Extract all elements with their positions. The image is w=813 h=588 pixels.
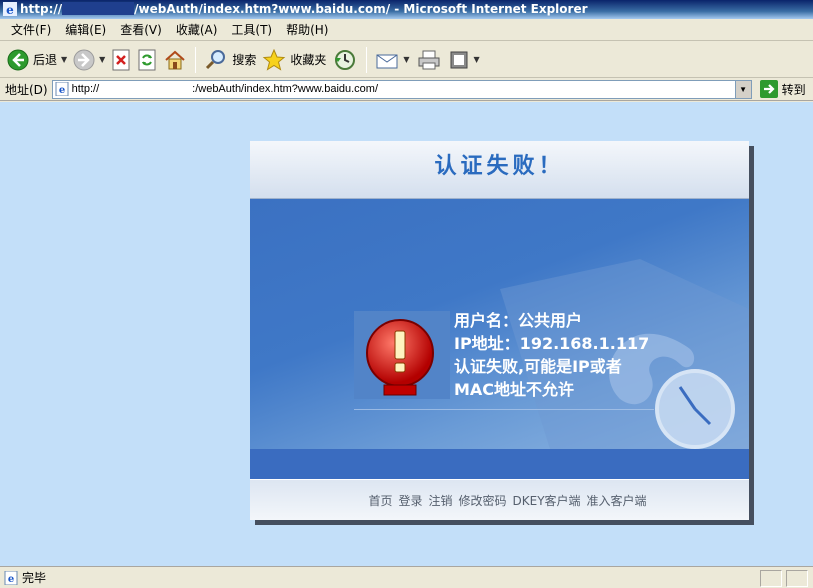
page-status-icon: e (4, 570, 18, 585)
link-home[interactable]: 首页 (368, 492, 392, 509)
svg-text:e: e (8, 574, 14, 585)
status-text: 完毕 (22, 571, 47, 585)
home-button[interactable] (160, 45, 190, 75)
link-login[interactable]: 登录 (398, 492, 422, 509)
panel-footer: 首页 登录 注销 修改密码 DKEY客户端 准入客户端 (250, 479, 749, 520)
printer-icon (418, 50, 440, 69)
auth-message: 用户名：公共用户 IP地址：192.168.1.117 认证失败,可能是IP或者… (454, 309, 649, 401)
link-dkey-client[interactable]: DKEY客户端 (513, 492, 581, 509)
menu-favorites[interactable]: 收藏(A) (169, 19, 225, 41)
menu-edit[interactable]: 编辑(E) (58, 19, 113, 41)
document-edit-icon (450, 51, 468, 68)
status-pane (786, 570, 808, 587)
forward-arrow-icon (73, 49, 95, 70)
star-icon (263, 48, 286, 71)
go-arrow-icon (759, 80, 778, 98)
ip-line: IP地址：192.168.1.117 (454, 334, 650, 353)
mail-button[interactable]: ▼ (372, 45, 412, 75)
back-button[interactable]: 后退 ▼ (4, 45, 70, 75)
url-prefix: http:// (71, 83, 100, 95)
stop-button[interactable] (108, 45, 134, 75)
favorites-label: 收藏夹 (290, 53, 327, 67)
title-prefix: http:// (20, 2, 63, 16)
mail-icon (376, 54, 398, 68)
panel-body: 用户名：公共用户 IP地址：192.168.1.117 认证失败,可能是IP或者… (250, 199, 749, 449)
error-line-2: MAC地址不允许 (454, 380, 575, 399)
page-title: 认证失败！ (434, 154, 565, 179)
forward-button[interactable]: ▼ (70, 45, 108, 75)
error-line: 认证失败,可能是IP或者 (454, 357, 622, 376)
forward-dropdown-icon[interactable]: ▼ (99, 55, 105, 64)
history-button[interactable] (329, 45, 361, 75)
search-icon (206, 49, 226, 69)
print-button[interactable] (413, 45, 445, 75)
menu-file[interactable]: 文件(F) (4, 19, 58, 41)
stop-icon (112, 49, 130, 70)
panel-header: 认证失败！ (250, 141, 749, 199)
page-icon: e (55, 82, 69, 96)
title-suffix: /webAuth/index.htm?www.baidu.com/ - Micr… (134, 2, 588, 16)
divider (354, 409, 654, 410)
menu-help[interactable]: 帮助(H) (279, 19, 335, 41)
back-dropdown-icon[interactable]: ▼ (61, 55, 67, 64)
alert-icon (366, 319, 434, 396)
ie-icon: e (3, 2, 17, 16)
menu-bar: 文件(F) 编辑(E) 查看(V) 收藏(A) 工具(T) 帮助(H) (0, 19, 813, 41)
go-button[interactable]: 转到 (759, 80, 806, 98)
edit-button[interactable]: ▼ (445, 45, 483, 75)
address-input[interactable]: e http:// :/webAuth/index.htm?www.baidu.… (51, 79, 752, 99)
link-access-client[interactable]: 准入客户端 (587, 492, 647, 509)
body-strip (250, 449, 749, 479)
history-icon (335, 49, 356, 70)
favorites-button[interactable]: 收藏夹 (259, 45, 329, 75)
link-logout[interactable]: 注销 (428, 492, 452, 509)
mail-dropdown-icon[interactable]: ▼ (403, 55, 409, 64)
home-icon (165, 50, 185, 69)
toolbar-separator (366, 46, 368, 73)
status-bar: e 完毕 (0, 566, 813, 588)
back-label: 后退 (33, 53, 58, 67)
search-label: 搜索 (232, 53, 257, 67)
redacted-block (62, 2, 135, 15)
toolbar-separator (195, 46, 197, 73)
back-arrow-icon (7, 49, 29, 70)
menu-view[interactable]: 查看(V) (113, 19, 169, 41)
url-suffix: :/webAuth/index.htm?www.baidu.com/ (192, 83, 379, 95)
svg-text:e: e (58, 85, 64, 96)
toolbar: 后退 ▼ ▼ 搜索 收藏夹 ▼ ▼ (0, 42, 813, 78)
address-dropdown-icon[interactable]: ▼ (734, 80, 751, 98)
username-line: 用户名：公共用户 (454, 311, 583, 330)
svg-text:e: e (6, 3, 14, 16)
menu-tools[interactable]: 工具(T) (224, 19, 279, 41)
footer-links: 首页 登录 注销 修改密码 DKEY客户端 准入客户端 (250, 480, 749, 520)
link-change-password[interactable]: 修改密码 (458, 492, 506, 509)
address-bar: 地址(D) e http:// :/webAuth/index.htm?www.… (0, 78, 813, 101)
refresh-button[interactable] (134, 45, 160, 75)
go-label: 转到 (781, 82, 806, 97)
status-pane (760, 570, 782, 587)
auth-panel: 认证失败！ 用户名：公共用户 IP地址：192.168.1.117 认证失败,可… (250, 141, 749, 520)
refresh-icon (138, 49, 156, 70)
address-label: 地址(D) (5, 82, 48, 97)
search-button[interactable]: 搜索 (201, 45, 259, 75)
edit-dropdown-icon[interactable]: ▼ (474, 55, 480, 64)
window-title-bar: e http:// /webAuth/index.htm?www.baidu.co… (0, 0, 813, 19)
page-content: 认证失败！ 用户名：公共用户 IP地址：192.168.1.117 认证失败,可… (0, 102, 813, 566)
